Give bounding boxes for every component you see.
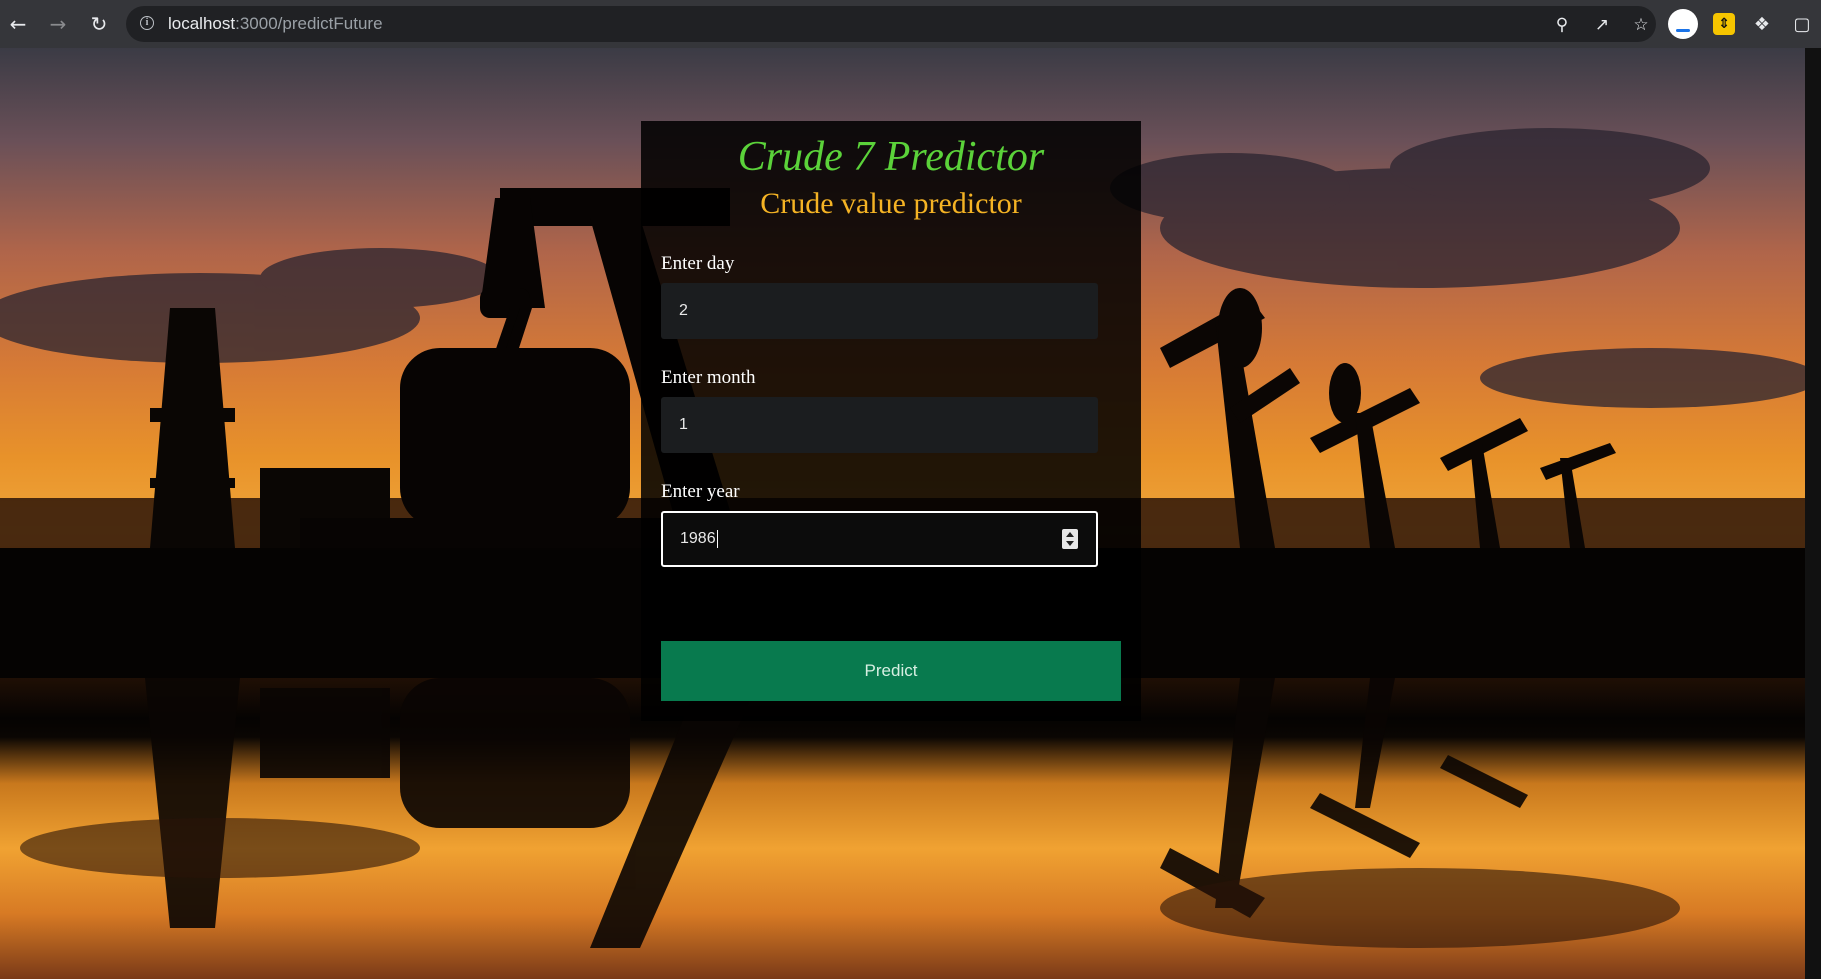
month-label: Enter month [661,367,756,388]
share-icon[interactable]: ↗ [1591,14,1613,36]
side-panel-icon[interactable]: ▢ [1788,10,1816,38]
predict-button[interactable]: Predict [661,641,1121,701]
text-cursor [716,529,718,548]
year-input[interactable]: 1986 [661,511,1098,567]
extension-icon[interactable]: ⇕ [1713,13,1735,35]
back-arrow-icon[interactable]: ← [4,10,32,38]
address-bar[interactable]: i localhost:3000/predictFuture ⚲ ↗ ☆ [126,6,1656,42]
page-subtitle: Crude value predictor [760,187,1022,220]
address-url[interactable]: localhost:3000/predictFuture [168,6,383,42]
reload-icon[interactable]: ↻ [85,10,113,38]
star-icon[interactable]: ☆ [1630,14,1652,36]
year-input-value: 1986 [680,530,716,547]
url-path: :3000/predictFuture [235,14,383,33]
forward-arrow-icon[interactable]: → [44,10,72,38]
page-background: Crude 7 Predictor Crude value predictor … [0,48,1821,979]
day-input[interactable] [661,283,1098,339]
window-edge [1805,48,1821,979]
month-input[interactable] [661,397,1098,453]
year-label: Enter year [661,481,740,502]
browser-toolbar: ← → ↻ i localhost:3000/predictFuture ⚲ ↗… [0,0,1821,48]
info-icon[interactable]: i [140,16,154,30]
predictor-card: Crude 7 Predictor Crude value predictor … [641,121,1141,721]
url-host: localhost [168,14,236,33]
profile-avatar[interactable] [1668,9,1698,39]
day-label: Enter day [661,253,735,274]
key-icon[interactable]: ⚲ [1551,14,1573,36]
puzzle-icon[interactable]: ❖ [1748,10,1776,38]
page-title: Crude 7 Predictor [737,134,1045,180]
number-spinner-icon[interactable] [1062,529,1078,549]
